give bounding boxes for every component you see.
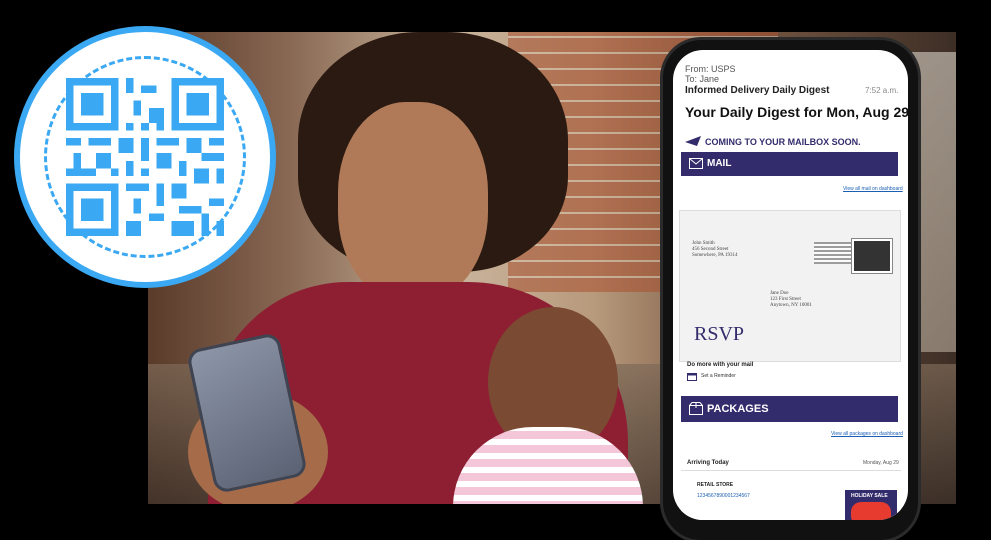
mail-section-bar: MAIL [681, 152, 898, 176]
mail-piece-envelope[interactable]: John Smith 456 Second Street Somewhere, … [679, 210, 901, 362]
qr-code-badge[interactable] [14, 26, 276, 288]
email-to: To: Jane [685, 74, 720, 84]
calendar-icon [687, 373, 697, 381]
packages-section-label: PACKAGES [707, 403, 769, 415]
sender-line: 456 Second Street [692, 247, 729, 252]
recipient-line: Anytown, NY 10001 [770, 303, 812, 308]
email-time: 7:52 a.m. [865, 86, 899, 95]
view-packages-link[interactable]: View all packages on dashboard [831, 431, 903, 437]
holiday-sale-text: HOLIDAY SALE [851, 493, 888, 499]
holiday-sale-ad[interactable]: HOLIDAY SALE [845, 490, 897, 520]
phone-mockup: From: USPS To: Jane Informed Delivery Da… [663, 40, 918, 540]
email-subject: Informed Delivery Daily Digest [685, 85, 830, 96]
retailer-name: RETAIL STORE [697, 482, 734, 488]
usps-eagle-icon [685, 136, 701, 146]
mail-section-label: MAIL [707, 158, 732, 169]
recipient-line: Jane Doe [770, 291, 789, 296]
envelope-icon [689, 158, 703, 169]
email-from: From: USPS [685, 64, 736, 74]
packages-section-bar: PACKAGES [681, 396, 898, 422]
sender-line: John Smith [692, 241, 715, 246]
rsvp-text: RSVP [694, 323, 745, 345]
set-reminder-link[interactable]: Set a Reminder [701, 373, 736, 379]
arriving-today-label: Arriving Today [687, 460, 729, 466]
package-icon [689, 402, 703, 415]
arriving-date: Monday, Aug 29 [863, 460, 899, 466]
postmark-lines [814, 242, 854, 264]
coming-soon-text: COMING TO YOUR MAILBOX SOON. [705, 137, 861, 147]
phone-screen: From: USPS To: Jane Informed Delivery Da… [673, 50, 908, 520]
digest-heading: Your Daily Digest for Mon, Aug 29 [685, 104, 908, 120]
postage-stamp [852, 239, 892, 273]
sale-badge [851, 502, 891, 520]
woman-face [338, 102, 488, 302]
do-more-text: Do more with your mail [687, 362, 754, 368]
qr-code-icon[interactable] [66, 78, 224, 236]
tracking-number[interactable]: 1234567890001234567 [697, 493, 750, 499]
sender-line: Somewhere, PA 19314 [692, 253, 738, 258]
view-mail-link[interactable]: View all mail on dashboard [843, 186, 903, 192]
recipient-line: 123 First Street [770, 297, 801, 302]
